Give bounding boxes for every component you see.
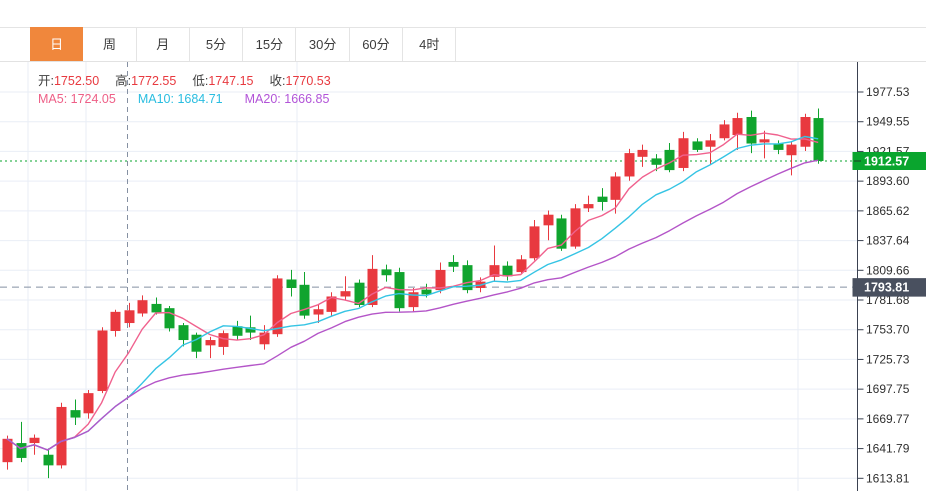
- axis-tick-label: 1669.77: [866, 412, 910, 426]
- candle-body[interactable]: [57, 407, 67, 465]
- candle-body[interactable]: [814, 118, 824, 161]
- candle-body[interactable]: [760, 139, 770, 142]
- candle-body[interactable]: [544, 215, 554, 226]
- ma-row: MA5: 1724.05 MA10: 1684.71 MA20: 1666.85: [38, 90, 347, 108]
- candle-body[interactable]: [84, 393, 94, 413]
- ma20-legend: MA20: 1666.85: [245, 92, 330, 106]
- trading-chart-window: 日周月5分15分30分60分4时 开:1752.50高:1772.55低:174…: [0, 0, 926, 491]
- axis-tick-label: 1613.81: [866, 471, 910, 485]
- candle-body[interactable]: [503, 266, 513, 277]
- low-label: 低:: [192, 74, 208, 88]
- axis-tick-label: 1977.53: [866, 85, 910, 99]
- candle-body[interactable]: [787, 145, 797, 156]
- candle-body[interactable]: [665, 150, 675, 170]
- crosshair-price-label: 1793.81: [864, 281, 909, 295]
- candle-body[interactable]: [584, 204, 594, 208]
- open-value: 1752.50: [54, 74, 99, 88]
- candle-body[interactable]: [111, 312, 121, 331]
- candle-body[interactable]: [625, 153, 635, 176]
- candle-body[interactable]: [598, 197, 608, 202]
- close-value: 1770.53: [286, 74, 331, 88]
- ohlc-row: 开:1752.50 高:1772.55 低:1747.15 收:1770.53: [38, 72, 347, 90]
- candle-body[interactable]: [706, 140, 716, 146]
- axis-tick-label: 1753.70: [866, 323, 910, 337]
- candle-body[interactable]: [179, 325, 189, 340]
- candle-body[interactable]: [314, 309, 324, 314]
- candle-body[interactable]: [382, 269, 392, 275]
- high-value: 1772.55: [131, 74, 176, 88]
- axis-tick-label: 1697.75: [866, 382, 910, 396]
- ohlc-legend: 开:1752.50 高:1772.55 低:1747.15 收:1770.53 MA5…: [38, 72, 347, 108]
- candle-body[interactable]: [206, 340, 216, 345]
- candle-body[interactable]: [801, 117, 811, 147]
- candle-body[interactable]: [720, 124, 730, 138]
- candle-body[interactable]: [219, 333, 229, 347]
- axis-tick-label: 1641.79: [866, 442, 910, 456]
- candle-body[interactable]: [693, 141, 703, 149]
- candle-body[interactable]: [611, 176, 621, 199]
- candle-body[interactable]: [652, 158, 662, 164]
- candle-body[interactable]: [287, 279, 297, 287]
- low-value: 1747.15: [208, 74, 253, 88]
- candle-body[interactable]: [98, 330, 108, 391]
- ma5-legend: MA5: 1724.05: [38, 92, 116, 106]
- candle-body[interactable]: [30, 438, 40, 443]
- candle-body[interactable]: [679, 138, 689, 168]
- axis-tick-label: 1949.55: [866, 115, 910, 129]
- candle-body[interactable]: [747, 117, 757, 144]
- close-label: 收:: [270, 74, 286, 88]
- candle-body[interactable]: [638, 150, 648, 157]
- candle-body[interactable]: [530, 226, 540, 258]
- ma10-legend: MA10: 1684.71: [138, 92, 223, 106]
- high-label: 高:: [115, 74, 131, 88]
- current-price-label: 1912.57: [864, 154, 909, 168]
- candle-body[interactable]: [44, 455, 54, 466]
- open-label: 开:: [38, 74, 54, 88]
- candle-body[interactable]: [165, 308, 175, 328]
- candle-body[interactable]: [152, 304, 162, 312]
- candle-body[interactable]: [125, 310, 135, 323]
- ma5-line: [7, 133, 818, 450]
- axis-tick-label: 1893.60: [866, 174, 910, 188]
- candle-body[interactable]: [733, 118, 743, 135]
- axis-tick-label: 1725.73: [866, 352, 910, 366]
- candle-body[interactable]: [138, 300, 148, 313]
- axis-tick-label: 1809.66: [866, 263, 910, 277]
- candle-body[interactable]: [71, 410, 81, 417]
- candle-body[interactable]: [341, 291, 351, 296]
- candle-body[interactable]: [449, 262, 459, 267]
- axis-tick-label: 1865.62: [866, 204, 910, 218]
- candle-body[interactable]: [17, 443, 27, 458]
- axis-tick-label: 1837.64: [866, 234, 910, 248]
- candle-body[interactable]: [355, 283, 365, 305]
